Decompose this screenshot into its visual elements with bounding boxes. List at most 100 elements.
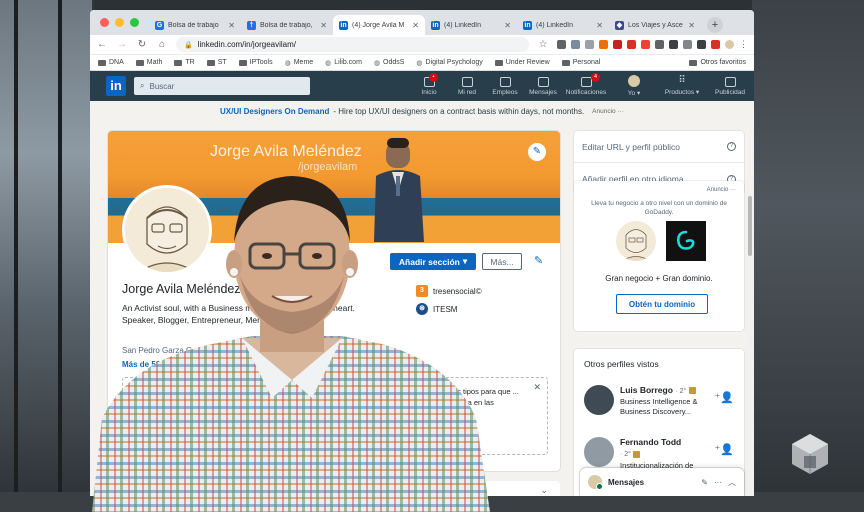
godaddy-logo [666,221,706,261]
help-icon[interactable]: ? [727,142,736,151]
puzzle-icon[interactable] [697,40,706,49]
search-placeholder: Buscar [149,81,175,91]
bookmark-item[interactable]: ◍ Meme [285,59,314,67]
extension-icon[interactable] [571,40,580,49]
bookmark-item[interactable]: TR [174,59,195,67]
url-field[interactable]: 🔒 linkedin.com/in/jorgeavilam/ [176,37,529,52]
edit-profile-icon[interactable]: ✎ [534,254,543,267]
nav-messaging[interactable]: Mensajes [524,71,562,101]
browser-tab[interactable]: † Bolsa de trabajo, ✕ [241,15,333,35]
close-tab-icon[interactable]: ✕ [596,21,603,30]
extension-icon[interactable] [613,40,622,49]
menu-icon[interactable]: ⋮ [739,40,748,49]
nav-jobs[interactable]: Empleos [486,71,524,101]
bookmark-item[interactable]: Personal [561,59,601,67]
tab-favicon-icon: in [431,20,440,30]
close-icon[interactable]: ✕ [533,382,541,393]
my-network-icon [461,76,473,87]
ad-banner[interactable]: UX/UI Designers On Demand - Hire top UX/… [90,101,754,121]
ad-banner-link[interactable]: UX/UI Designers On Demand [220,107,329,116]
chevron-down-icon[interactable]: ⌄ [540,485,548,496]
folder-icon [135,59,144,66]
maximize-window-button[interactable] [130,18,139,27]
tab-favicon-icon: in [523,20,532,30]
browser-tab[interactable]: in (4) Jorge Avila M ✕ [333,15,425,35]
connect-icon[interactable]: ⁺👤 [714,391,734,404]
close-window-button[interactable] [100,18,109,27]
folder-icon [689,59,698,66]
bookmark-item[interactable]: ◍ OddsS [374,59,405,67]
browser-tab[interactable]: in (4) LinkedIn ✕ [425,15,517,35]
tab-label: (4) Jorge Avila M [352,21,405,29]
nav-me[interactable]: Yo ▾ [610,71,658,101]
extension-icon[interactable] [711,40,720,49]
connect-icon[interactable]: ⁺👤 [714,443,734,456]
bookmark-label: Personal [572,59,601,66]
home-icon[interactable]: ⌂ [156,39,168,50]
close-tab-icon[interactable]: ✕ [228,21,235,30]
notification-badge: 4 [591,73,600,82]
page-scrollbar[interactable] [746,192,754,496]
close-tab-icon[interactable]: ✕ [688,21,695,30]
bookmark-item[interactable]: ◍ Digital Psychology [416,59,482,67]
get-domain-button[interactable]: Obtén tu dominio [616,294,708,314]
close-tab-icon[interactable]: ✕ [412,21,419,30]
search-input[interactable]: ⌕ Buscar [134,77,310,95]
minimize-window-button[interactable] [115,18,124,27]
nav-my-network[interactable]: Mi red [448,71,486,101]
extension-icon[interactable] [557,40,566,49]
extension-icon[interactable] [683,40,692,49]
bookmark-item[interactable]: Under Review [494,59,550,67]
globe-icon: ◍ [325,59,332,67]
folder-icon [206,59,215,66]
presenter-webcam-overlay [92,176,490,512]
browser-tab[interactable]: G Bolsa de trabajo ✕ [149,15,241,35]
bookmark-item[interactable]: ST [206,59,227,67]
bookmark-other[interactable]: Otros favoritos [689,59,746,66]
window-controls [94,18,149,35]
back-icon[interactable]: ← [96,39,108,50]
messaging-bar[interactable]: Mensajes ✎ ··· ︿ [580,468,744,496]
extension-icons: ⋮ [557,40,748,49]
profile-avatar [584,385,614,415]
bookmarks-bar: DNA Math TR ST IPTools ◍ Meme ◍ Lilib.com ◍ OddsS ◍… [90,55,754,71]
scrollbar-thumb[interactable] [748,196,752,256]
extension-icon[interactable] [641,40,650,49]
profile-avatar-icon[interactable] [725,40,734,49]
edit-url-link[interactable]: Editar URL y perfil público ? [574,131,744,163]
nav-notifications[interactable]: 4 Notificaciones [562,71,610,101]
extension-icon[interactable] [599,40,608,49]
extension-icon[interactable] [669,40,678,49]
bookmark-item[interactable]: Math [135,59,162,67]
bookmark-item[interactable]: IPTools [238,59,273,67]
browser-tab[interactable]: ◆ Los Viajes y Asce ✕ [609,15,701,35]
advertise-icon [724,76,736,87]
bookmark-item[interactable]: DNA [98,59,124,67]
chevron-up-icon[interactable]: ︿ [728,477,736,488]
close-tab-icon[interactable]: ✕ [504,21,511,30]
browser-tab[interactable]: in (4) LinkedIn ✕ [517,15,609,35]
compose-icon[interactable]: ✎ [701,478,708,487]
globe-icon: ◍ [416,59,423,67]
new-tab-button[interactable]: + [707,17,723,33]
nav-advertise[interactable]: Publicidad [706,71,754,101]
profile-avatar [584,437,614,467]
star-icon[interactable]: ☆ [537,39,549,50]
nav-products[interactable]: ⠿ Productos ▾ [658,71,706,101]
extension-icon[interactable] [627,40,636,49]
extension-icon[interactable] [655,40,664,49]
bookmark-label: OddsS [383,59,405,66]
viewed-profile-item[interactable]: Luis Borrego · 2° Business Intelligence … [584,385,734,421]
messaging-icon [537,76,549,87]
edit-cover-icon[interactable]: ✎ [528,143,546,161]
close-tab-icon[interactable]: ✕ [320,21,327,30]
linkedin-logo[interactable]: in [106,76,126,96]
bookmark-item[interactable]: ◍ Lilib.com [325,59,362,67]
viewed-name: Fernando Todd [620,437,682,447]
forward-icon[interactable]: → [116,39,128,50]
nav-home[interactable]: • Inicio [410,71,448,101]
more-icon[interactable]: ··· [714,478,722,487]
reload-icon[interactable]: ↻ [136,39,148,50]
extension-icon[interactable] [585,40,594,49]
premium-icon [688,387,696,395]
